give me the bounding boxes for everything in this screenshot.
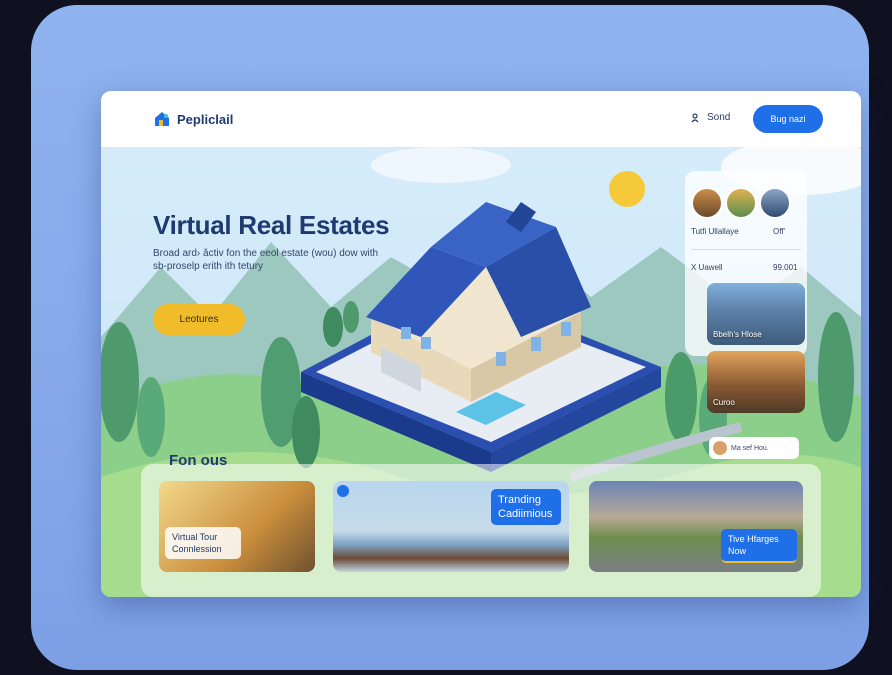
featured-card[interactable]: Tranding Cadiimious [333,481,569,572]
brand-logo[interactable]: Pepliclail [153,110,233,128]
property-thumbnail[interactable]: Bbelh's Hlose [707,283,805,345]
buy-now-button[interactable]: Bug nazi [753,105,823,133]
featured-title: Fon ous [169,452,228,469]
user-icon [691,112,699,122]
avatars-off-label: Off' [773,227,786,236]
featured-card[interactable]: Virtual Tour Connlession [159,481,315,572]
agent-avatar[interactable] [691,187,723,219]
hero-title: Virtual Real Estates [153,210,390,240]
chat-avatar [713,441,727,455]
house-logo-icon [155,112,169,126]
list-value: 99.001 [773,263,798,272]
sign-in-link[interactable]: Sond [691,112,730,123]
badge-dot-icon [337,485,349,497]
property-thumbnail[interactable]: Curoo [707,351,805,413]
app-screen: Pepliclail Sond Bug nazi Virtual Real Es… [101,91,861,597]
brand-name: Pepliclail [177,111,234,127]
hero-subtitle: Broad ard› ǎctiv fon the eeol estate (wo… [153,248,379,272]
tablet-frame: Pepliclail Sond Bug nazi Virtual Real Es… [31,5,869,670]
top-navigation-bar: Pepliclail Sond Bug nazi [101,91,861,147]
list-label: X Uawell [691,263,723,272]
featured-card-label: Virtual Tour Connlession [165,527,241,559]
sign-in-label: Sond [707,112,731,123]
agent-avatar[interactable] [759,187,791,219]
featured-card-label: Tive Hfarges Now [721,529,797,563]
featured-card[interactable]: Tive Hfarges Now [589,481,803,572]
featured-card-label: Tranding Cadiimious [491,489,561,525]
avatars-caption: Tutfi Ullallaye [691,227,739,236]
features-cta-button[interactable]: Leotures [153,304,245,335]
chat-bubble[interactable]: Ma sef Hou. [709,437,799,459]
property-thumbnail-label: Bbelh's Hlose [713,330,762,339]
hero-section: Virtual Real Estates Broad ard› ǎctiv fo… [101,147,861,597]
property-thumbnail-label: Curoo [713,398,735,407]
chat-text: Ma sef Hou. [731,444,769,452]
divider [691,249,801,250]
agent-avatar[interactable] [725,187,757,219]
